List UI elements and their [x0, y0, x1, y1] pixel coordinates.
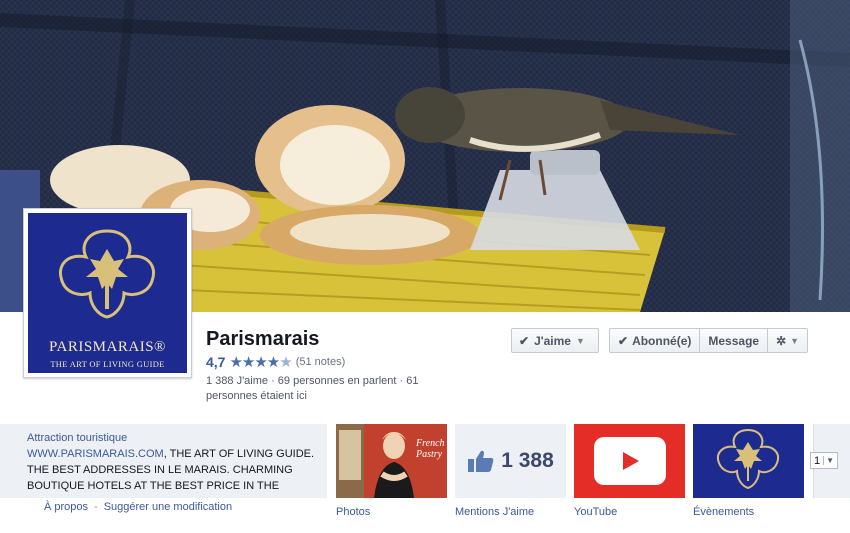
photos-app-tile[interactable]: French Pastry [336, 424, 447, 498]
suggest-edit-link[interactable]: Suggérer une modification [104, 501, 232, 513]
brand-tagline: THE ART OF LIVING GUIDE [50, 359, 165, 369]
thumbs-up-icon [468, 450, 494, 472]
play-icon [622, 452, 639, 470]
events-logo-icon [717, 428, 779, 490]
about-links: À propos - Suggérer une modification [44, 501, 233, 513]
rating-count[interactable]: (51 notes) [296, 356, 346, 368]
parismarais-logo: PARISMARAIS® THE ART OF LIVING GUIDE [28, 213, 187, 373]
message-button-label: Message [708, 333, 760, 348]
page-stats: 1 388 J'aime · 69 personnes en parlent ·… [206, 375, 419, 402]
message-button[interactable]: Message [700, 329, 769, 352]
chevron-down-icon: ▼ [823, 456, 834, 465]
rating-value: 4,7 [206, 354, 226, 370]
events-app-tile[interactable] [693, 424, 804, 498]
subscribe-button[interactable]: ✔ Abonné(e) [610, 329, 701, 352]
chevron-down-icon: ▼ [575, 335, 585, 346]
about-link[interactable]: À propos [44, 501, 88, 513]
likes-app-tile[interactable]: 1 388 [455, 424, 566, 498]
youtube-app-label[interactable]: YouTube [574, 506, 617, 518]
about-box: Attraction touristique WWW.PARISMARAIS.C… [0, 424, 327, 498]
subscribe-button-label: Abonné(e) [632, 333, 692, 348]
about-description: WWW.PARISMARAIS.COM, THE ART OF LIVING G… [27, 446, 319, 494]
brand-name: PARISMARAIS® [49, 339, 166, 355]
like-button-label: J'aime [534, 333, 571, 348]
photos-thumbnail [336, 424, 447, 498]
more-apps-select[interactable]: 1 ▼ [810, 452, 838, 469]
settings-button[interactable]: ✲ ▼ [768, 329, 807, 352]
photos-app-label[interactable]: Photos [336, 506, 370, 518]
gear-icon: ✲ [776, 333, 787, 348]
rating[interactable]: 4,7 ★★★★★ (51 notes) [206, 353, 345, 371]
chevron-down-icon: ▼ [790, 335, 800, 346]
youtube-app-tile[interactable] [574, 424, 685, 498]
page-category[interactable]: Attraction touristique [27, 430, 319, 446]
page-title[interactable]: Parismarais [206, 328, 319, 351]
check-icon: ✔ [618, 333, 629, 348]
youtube-logo [593, 437, 666, 485]
likes-app-label[interactable]: Mentions J'aime [455, 506, 534, 518]
check-icon: ✔ [519, 333, 530, 348]
profile-picture[interactable]: PARISMARAIS® THE ART OF LIVING GUIDE [23, 208, 192, 378]
star-rating-icon: ★★★★★ [229, 354, 292, 371]
events-app-label[interactable]: Évènements [693, 506, 754, 518]
facebook-page: PARISMARAIS® THE ART OF LIVING GUIDE Par… [0, 0, 850, 533]
website-link[interactable]: WWW.PARISMARAIS.COM [27, 448, 164, 460]
page-actions-group: ✔ Abonné(e) Message ✲ ▼ [609, 328, 809, 353]
more-apps-value: 1 [814, 454, 821, 467]
photos-book-title: French Pastry [416, 438, 445, 460]
like-button[interactable]: ✔ J'aime ▼ [511, 328, 599, 353]
likes-count: 1 388 [501, 449, 554, 472]
